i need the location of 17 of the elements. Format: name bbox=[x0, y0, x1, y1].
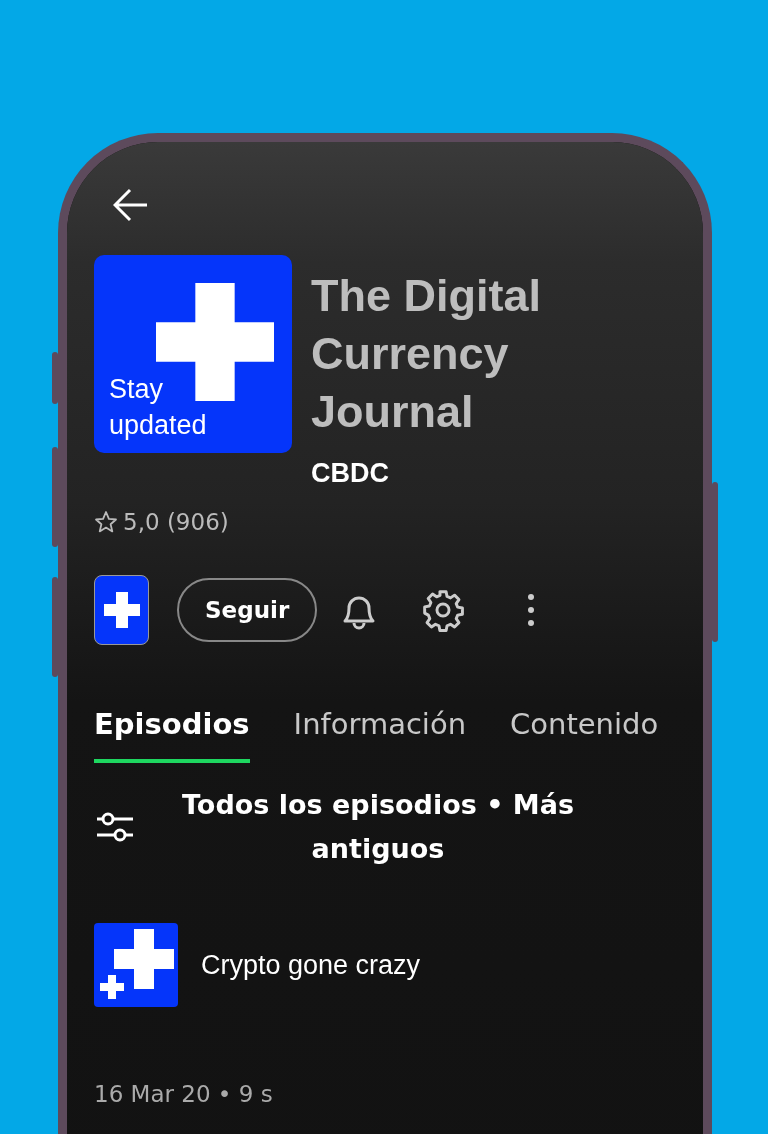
back-arrow-icon[interactable] bbox=[113, 188, 149, 222]
podcast-title: The Digital Currency Journal bbox=[311, 269, 542, 439]
episode-meta: 16 Mar 20 • 9 s bbox=[94, 1081, 274, 1107]
rating-text: 5,0 (906) bbox=[123, 509, 229, 535]
star-icon bbox=[94, 510, 118, 534]
filter-icon[interactable] bbox=[96, 810, 134, 844]
more-options-icon[interactable] bbox=[527, 593, 536, 627]
podcast-author: CBDC bbox=[311, 458, 390, 489]
follow-button[interactable]: Seguir bbox=[177, 578, 318, 642]
tab[interactable]: Contenido bbox=[510, 707, 659, 763]
tab[interactable]: Episodios bbox=[94, 707, 250, 763]
filter-label[interactable]: Todos los episodios • Más antiguos bbox=[168, 783, 588, 871]
tab[interactable]: Información bbox=[293, 707, 467, 763]
podcast-thumbnail bbox=[94, 575, 149, 645]
cover-text: Stay updated bbox=[109, 373, 208, 442]
episode-title[interactable]: Crypto gone crazy bbox=[201, 949, 421, 981]
settings-icon[interactable] bbox=[421, 588, 466, 632]
